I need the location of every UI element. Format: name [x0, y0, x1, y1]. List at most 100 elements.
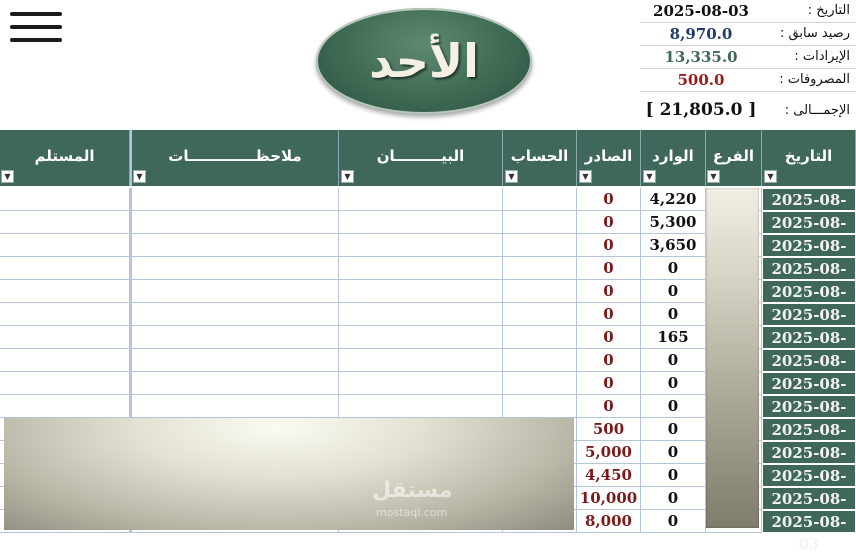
cell-outgoing[interactable]: 500 — [577, 418, 641, 441]
cell-notes[interactable] — [130, 234, 339, 257]
cell-date[interactable]: 2025-08-03 — [762, 372, 856, 415]
cell-outgoing[interactable]: 0 — [577, 280, 641, 303]
cell-statement[interactable] — [339, 326, 503, 349]
cell-incoming[interactable]: 0 — [641, 487, 706, 510]
cell-statement[interactable] — [339, 349, 503, 372]
cell-outgoing[interactable]: 0 — [577, 349, 641, 372]
cell-account[interactable] — [503, 234, 577, 257]
watermark-subtext: mostaql.com — [376, 506, 448, 519]
cell-incoming[interactable]: 0 — [641, 395, 706, 418]
filter-dropdown-icon[interactable]: ▼ — [643, 170, 656, 183]
cell-account[interactable] — [503, 257, 577, 280]
cell-date[interactable]: 2025-08-03 — [762, 326, 856, 369]
cell-incoming[interactable]: 4,220 — [641, 188, 706, 211]
cell-outgoing[interactable]: 5,000 — [577, 441, 641, 464]
cell-date[interactable]: 2025-08-03 — [762, 349, 856, 392]
filter-dropdown-icon[interactable]: ▼ — [1, 170, 14, 183]
cell-date[interactable]: 2025-08-03 — [762, 487, 856, 530]
cell-outgoing[interactable]: 0 — [577, 257, 641, 280]
cell-recipient[interactable] — [0, 211, 130, 234]
cell-incoming[interactable]: 3,650 — [641, 234, 706, 257]
cell-statement[interactable] — [339, 211, 503, 234]
cell-incoming[interactable]: 0 — [641, 418, 706, 441]
cell-incoming[interactable]: 0 — [641, 280, 706, 303]
cell-account[interactable] — [503, 303, 577, 326]
cell-outgoing[interactable]: 0 — [577, 303, 641, 326]
cell-outgoing[interactable]: 8,000 — [577, 510, 641, 533]
filter-dropdown-icon[interactable]: ▼ — [579, 170, 592, 183]
header-recipient: المستلم — [0, 130, 130, 186]
cell-notes[interactable] — [130, 372, 339, 395]
cell-incoming[interactable]: 0 — [641, 441, 706, 464]
cell-statement[interactable] — [339, 303, 503, 326]
expenses-value: 500.0 — [677, 71, 725, 89]
cell-account[interactable] — [503, 280, 577, 303]
cell-recipient[interactable] — [0, 188, 130, 211]
cell-outgoing[interactable]: 10,000 — [577, 487, 641, 510]
hamburger-menu-icon[interactable] — [10, 10, 64, 44]
cell-statement[interactable] — [339, 234, 503, 257]
header-account-label: الحساب — [510, 147, 569, 165]
cell-incoming[interactable]: 0 — [641, 464, 706, 487]
cell-date[interactable]: 2025-08-03 — [762, 234, 856, 277]
cell-statement[interactable] — [339, 280, 503, 303]
cell-notes[interactable] — [130, 326, 339, 349]
filter-dropdown-icon[interactable]: ▼ — [707, 170, 720, 183]
cell-incoming[interactable]: 0 — [641, 510, 706, 533]
cell-recipient[interactable] — [0, 303, 130, 326]
filter-dropdown-icon[interactable]: ▼ — [505, 170, 518, 183]
cell-date[interactable]: 2025-08-03 — [762, 418, 856, 461]
cell-recipient[interactable] — [0, 326, 130, 349]
cell-outgoing[interactable]: 0 — [577, 326, 641, 349]
filter-dropdown-icon[interactable]: ▼ — [133, 170, 146, 183]
cell-notes[interactable] — [130, 188, 339, 211]
cell-date[interactable]: 2025-08-03 — [762, 441, 856, 484]
cell-date[interactable]: 2025-08-03 — [762, 188, 856, 231]
date-label: التاريخ : — [807, 3, 850, 18]
cell-recipient[interactable] — [0, 372, 130, 395]
cell-notes[interactable] — [130, 280, 339, 303]
cell-date[interactable]: 2025-08-03 — [762, 395, 856, 438]
cell-account[interactable] — [503, 349, 577, 372]
cell-statement[interactable] — [339, 257, 503, 280]
cell-outgoing[interactable]: 0 — [577, 234, 641, 257]
cell-notes[interactable] — [130, 257, 339, 280]
cell-recipient[interactable] — [0, 349, 130, 372]
cell-incoming[interactable]: 5,300 — [641, 211, 706, 234]
cell-account[interactable] — [503, 372, 577, 395]
cell-outgoing[interactable]: 0 — [577, 372, 641, 395]
cell-incoming[interactable]: 165 — [641, 326, 706, 349]
filter-dropdown-icon[interactable]: ▼ — [341, 170, 354, 183]
cell-outgoing[interactable]: 0 — [577, 211, 641, 234]
cell-account[interactable] — [503, 211, 577, 234]
cell-date[interactable]: 2025-08-03 — [762, 280, 856, 323]
header-branch-label: الفرع — [712, 147, 755, 165]
cell-outgoing[interactable]: 0 — [577, 188, 641, 211]
cell-date[interactable]: 2025-08-03 — [762, 464, 856, 507]
cell-notes[interactable] — [130, 349, 339, 372]
cell-date[interactable]: 2025-08-03 — [762, 257, 856, 300]
cell-incoming[interactable]: 0 — [641, 257, 706, 280]
cell-notes[interactable] — [130, 303, 339, 326]
cell-recipient[interactable] — [0, 395, 130, 418]
cell-notes[interactable] — [130, 211, 339, 234]
cell-notes[interactable] — [130, 395, 339, 418]
cell-incoming[interactable]: 0 — [641, 349, 706, 372]
cell-recipient[interactable] — [0, 280, 130, 303]
cell-recipient[interactable] — [0, 234, 130, 257]
cell-incoming[interactable]: 0 — [641, 372, 706, 395]
cell-account[interactable] — [503, 188, 577, 211]
cell-statement[interactable] — [339, 188, 503, 211]
cell-statement[interactable] — [339, 395, 503, 418]
cell-outgoing[interactable]: 4,450 — [577, 464, 641, 487]
cell-account[interactable] — [503, 395, 577, 418]
cell-date[interactable]: 2025-08-03 — [762, 211, 856, 254]
cell-recipient[interactable] — [0, 257, 130, 280]
cell-date[interactable]: 2025-08-03 — [762, 303, 856, 346]
cell-statement[interactable] — [339, 372, 503, 395]
filter-active-icon[interactable]: ▼ — [764, 170, 777, 183]
cell-account[interactable] — [503, 326, 577, 349]
cell-incoming[interactable]: 0 — [641, 303, 706, 326]
cell-date[interactable]: 2025-08-03 — [762, 510, 856, 553]
cell-outgoing[interactable]: 0 — [577, 395, 641, 418]
